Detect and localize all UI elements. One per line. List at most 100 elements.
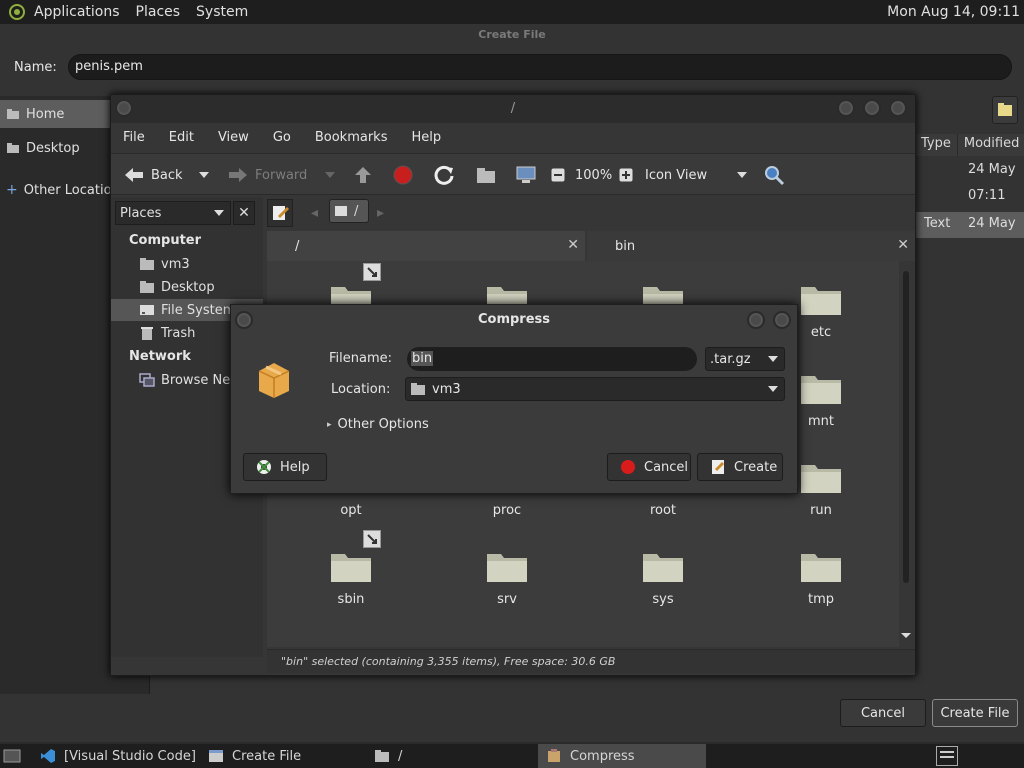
home-folder-icon (139, 257, 155, 271)
tab-bin[interactable]: bin ✕ (587, 231, 915, 261)
sidebar-item-desktop[interactable]: Desktop (0, 134, 112, 162)
menu-view[interactable]: View (206, 130, 261, 145)
file-item-sys[interactable]: sys (613, 548, 713, 607)
create-document-icon (710, 459, 726, 475)
forward-history-dropdown[interactable] (325, 154, 335, 196)
task-label: / (398, 748, 403, 764)
close-side-pane-button[interactable]: ✕ (233, 201, 255, 225)
symlink-badge-icon (363, 530, 381, 548)
menu-bookmarks[interactable]: Bookmarks (303, 130, 400, 145)
system-menu[interactable]: System (188, 4, 256, 20)
distro-logo-icon[interactable] (8, 3, 26, 21)
scroll-down-icon[interactable] (901, 633, 911, 638)
search-button[interactable] (763, 154, 785, 196)
help-button[interactable]: Help (243, 453, 327, 481)
other-options-expander[interactable]: ▸ Other Options (327, 417, 429, 432)
place-vm3[interactable]: vm3 (111, 253, 263, 275)
scrollbar-thumb[interactable] (903, 271, 909, 583)
vertical-scrollbar[interactable] (899, 265, 913, 647)
other-options-label: Other Options (337, 417, 429, 432)
new-folder-button[interactable] (992, 96, 1018, 124)
zoom-in-button[interactable] (619, 154, 633, 196)
create-file-button[interactable]: Create File (932, 699, 1018, 727)
name-field[interactable]: penis.pem (68, 54, 1012, 80)
chevron-down-icon (214, 210, 224, 216)
column-modified[interactable]: Modified (958, 134, 1024, 156)
status-bar: "bin" selected (containing 3,355 items),… (267, 649, 915, 673)
file-item-label: sbin (337, 592, 365, 607)
menu-file[interactable]: File (111, 130, 157, 145)
folder-icon (374, 749, 390, 763)
column-type[interactable]: Type (915, 134, 958, 156)
plus-icon: + (6, 182, 18, 198)
forward-button[interactable]: Forward (227, 154, 307, 196)
scroll-left-icon[interactable]: ◂ (311, 205, 318, 221)
side-pane-label: Places (120, 205, 162, 221)
task-create-file[interactable]: Create File (200, 744, 368, 768)
cancel-button[interactable]: Cancel (607, 453, 691, 481)
back-history-dropdown[interactable] (199, 154, 209, 196)
task-compress[interactable]: Compress (538, 744, 706, 768)
tab-root[interactable]: / ✕ (267, 231, 585, 261)
scroll-right-icon[interactable]: ▸ (377, 205, 384, 221)
zoom-level[interactable]: 100% (575, 154, 612, 196)
show-desktop-icon[interactable] (2, 746, 22, 766)
folder-icon (799, 548, 843, 584)
places-menu[interactable]: Places (128, 4, 189, 20)
cancel-button[interactable]: Cancel (840, 699, 926, 727)
path-button-root[interactable]: / (329, 199, 369, 223)
chevron-down-icon (325, 172, 335, 178)
create-button[interactable]: Create (697, 453, 783, 481)
extension-select[interactable]: .tar.gz (705, 347, 785, 371)
forward-label: Forward (255, 167, 308, 183)
chevron-down-icon (768, 356, 778, 362)
close-tab-icon[interactable]: ✕ (897, 237, 909, 253)
reload-button[interactable] (433, 154, 455, 196)
close-button[interactable] (889, 99, 907, 117)
close-button[interactable] (773, 311, 791, 329)
computer-button[interactable] (515, 154, 537, 196)
file-item-srv[interactable]: srv (457, 548, 557, 607)
maximize-button[interactable] (863, 99, 881, 117)
home-icon (6, 108, 20, 120)
view-mode-select[interactable]: Icon View (645, 154, 747, 196)
task-visual-studio-code[interactable]: [Visual Studio Code] (32, 744, 202, 768)
chevron-down-icon (199, 172, 209, 178)
file-manager-title: / (111, 95, 915, 123)
place-desktop[interactable]: Desktop (111, 276, 263, 298)
filename-input[interactable]: bin (407, 347, 697, 371)
location-select[interactable]: vm3 (405, 377, 785, 401)
home-button[interactable] (475, 154, 497, 196)
up-button[interactable] (353, 154, 373, 196)
side-pane-select[interactable]: Places (115, 201, 231, 225)
file-item-tmp[interactable]: tmp (771, 548, 871, 607)
applications-menu[interactable]: Applications (26, 4, 128, 20)
edit-icon (273, 206, 289, 220)
desktop-folder-icon (6, 142, 20, 154)
workspace-switcher[interactable] (936, 746, 958, 766)
vscode-icon (40, 748, 56, 764)
desktop-folder-icon (139, 280, 155, 294)
location-value: vm3 (432, 381, 461, 397)
clock[interactable]: Mon Aug 14, 09:11 (887, 4, 1020, 20)
maximize-button[interactable] (747, 311, 765, 329)
menu-edit[interactable]: Edit (157, 130, 206, 145)
file-item-sbin[interactable]: sbin (301, 530, 401, 607)
folder-icon (641, 548, 685, 584)
menu-go[interactable]: Go (261, 130, 303, 145)
sidebar-item-home[interactable]: Home (0, 100, 112, 128)
folder-icon (799, 459, 843, 495)
stop-button[interactable] (393, 154, 413, 196)
close-tab-icon[interactable]: ✕ (567, 237, 579, 253)
task-label: Create File (232, 748, 302, 764)
window-menu-button[interactable] (235, 311, 253, 329)
task-file-manager[interactable]: / (366, 744, 538, 768)
window-menu-button[interactable] (115, 99, 133, 117)
menu-help[interactable]: Help (399, 130, 453, 145)
toggle-location-entry-button[interactable] (267, 199, 293, 227)
place-label: Desktop (161, 279, 215, 295)
zoom-out-button[interactable] (551, 154, 565, 196)
minimize-button[interactable] (837, 99, 855, 117)
zoom-in-icon (619, 168, 633, 182)
back-button[interactable]: Back (123, 154, 183, 196)
